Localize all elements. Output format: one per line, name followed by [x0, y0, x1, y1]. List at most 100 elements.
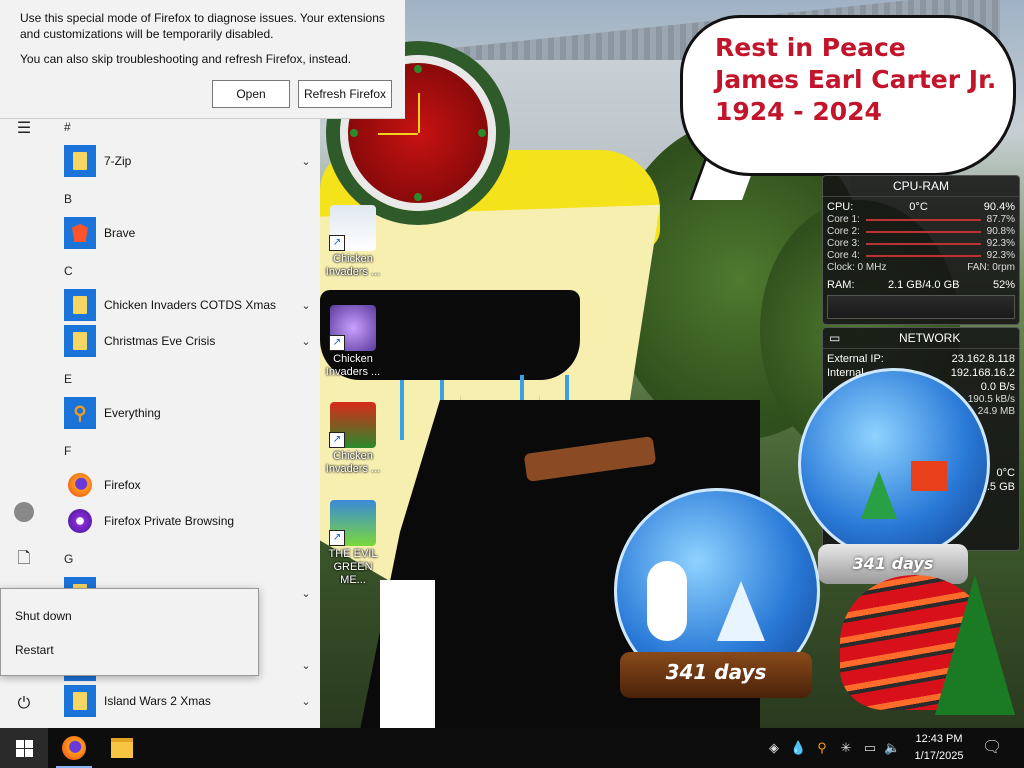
network-icon[interactable]: ▭ — [862, 740, 878, 756]
letter-header[interactable]: E — [64, 372, 72, 386]
core-value: 92.3% — [986, 250, 1015, 261]
desktop-icon-label: Invaders ... — [325, 266, 381, 278]
clock-marker — [414, 65, 422, 73]
chevron-down-icon: ⌄ — [301, 155, 311, 168]
app-label: Chicken Invaders COTDS Xmas — [104, 298, 277, 312]
clock-hand — [378, 133, 418, 135]
app-item-everything[interactable]: ⚲ Everything — [64, 396, 314, 430]
gift-icon — [911, 461, 947, 491]
taskbar-file-explorer[interactable] — [104, 728, 140, 768]
notifications-icon[interactable]: 🗨 — [982, 740, 1002, 756]
shortcut-arrow-icon: ↗ — [329, 432, 345, 448]
snowman-icon — [647, 561, 687, 641]
app-item-chicken-invaders[interactable]: Chicken Invaders COTDS Xmas ⌄ — [64, 288, 314, 322]
power-icon[interactable]: ⏻ — [0, 684, 48, 724]
desktop-icon-label: Chicken — [333, 450, 373, 462]
cartoon-shirt — [380, 580, 435, 730]
firefox-icon — [62, 736, 86, 760]
app-item-7-zip[interactable]: 7-Zip ⌄ — [64, 144, 314, 178]
firefox-troubleshoot-dialog: Use this special mode of Firefox to diag… — [0, 0, 405, 119]
core-row: Core 2: 90.8% — [823, 226, 1019, 238]
brave-icon — [64, 217, 96, 249]
chevron-down-icon: ⌄ — [301, 335, 311, 348]
ram-value: 2.1 GB/4.0 GB — [887, 279, 960, 291]
desktop-icon-chicken-invaders-2[interactable]: ↗ Chicken Invaders ... — [321, 305, 385, 379]
core-row: Core 4: 92.3% — [823, 250, 1019, 262]
taskbar-firefox[interactable] — [56, 728, 92, 768]
app-label: Island Wars 2 Xmas — [104, 694, 211, 708]
core-row: Core 1: 87.7% — [823, 214, 1019, 226]
shortcut-arrow-icon: ↗ — [329, 335, 345, 351]
shortcut-arrow-icon: ↗ — [329, 235, 345, 251]
power-menu: Shut down Restart — [0, 588, 259, 676]
clock-marker — [414, 193, 422, 201]
gadget-title: CPU-RAM — [823, 176, 1019, 197]
folder-icon — [64, 325, 96, 357]
letter-header[interactable]: # — [64, 120, 71, 134]
bubble-line-2: James Earl Carter Jr. — [715, 65, 997, 94]
christmas-tree — [935, 575, 1015, 715]
desktop-icon-label: Invaders ... — [325, 463, 381, 475]
core-value: 92.3% — [986, 238, 1015, 249]
app-item-island-wars-2-xmas[interactable]: Island Wars 2 Xmas ⌄ — [64, 684, 314, 718]
search-icon: ⚲ — [64, 397, 96, 429]
snow-globe-small-base: 341 days — [620, 652, 812, 698]
firefox-icon — [64, 469, 96, 501]
monitor-icon: ▭ — [829, 331, 841, 345]
user-account-icon[interactable] — [0, 492, 48, 532]
ram-label: RAM: — [827, 279, 855, 291]
tray-drop-icon[interactable]: 💧 — [790, 740, 806, 756]
desktop-icon-label: Invaders ... — [325, 366, 381, 378]
app-item-christmas-eve-crisis[interactable]: Christmas Eve Crisis ⌄ — [64, 324, 314, 358]
shortcut-arrow-icon: ↗ — [329, 530, 345, 546]
letter-header[interactable]: C — [64, 264, 73, 278]
open-button[interactable]: Open — [212, 80, 290, 108]
app-item-brave[interactable]: Brave — [64, 216, 314, 250]
desktop-icon-the-evil-green[interactable]: ↗ THE EVIL GREEN ME... — [321, 500, 385, 587]
core-label: Core 1: — [827, 214, 860, 225]
desktop-icon-label: THE EVIL — [328, 548, 378, 560]
desktop-icon-chicken-invaders-1[interactable]: ↗ Chicken Invaders ... — [321, 205, 385, 279]
tray-search-icon[interactable]: ⚲ — [814, 740, 830, 756]
taskbar-clock[interactable]: 12:43 PM 1/17/2025 — [906, 731, 972, 765]
cpu-clock: Clock: 0 MHz — [827, 262, 887, 273]
folder-icon — [64, 145, 96, 177]
external-ip-row: External IP: 23.162.8.118 — [823, 352, 1019, 366]
refresh-firefox-button[interactable]: Refresh Firefox — [298, 80, 392, 108]
clock-hand — [418, 93, 420, 133]
shut-down-button[interactable]: Shut down — [15, 609, 72, 623]
tree-icon — [717, 581, 765, 641]
desktop-icon-chicken-invaders-3[interactable]: ↗ Chicken Invaders ... — [321, 402, 385, 476]
app-item-firefox[interactable]: Firefox — [64, 468, 314, 502]
core-value: 87.7% — [986, 214, 1015, 225]
letter-header[interactable]: B — [64, 192, 72, 206]
tray-app-icon[interactable]: ◈ — [766, 740, 782, 756]
external-ip-value: 23.162.8.118 — [951, 353, 1015, 365]
folder-icon — [64, 685, 96, 717]
cartoon-tear — [400, 380, 404, 440]
windows-logo-icon — [15, 739, 33, 757]
cpu-ram-gadget[interactable]: CPU-RAM CPU: 0°C 90.4% Core 1: 87.7% Core… — [822, 175, 1020, 325]
volume-icon[interactable]: 🔈 — [884, 740, 900, 756]
chevron-down-icon: ⌄ — [301, 659, 311, 672]
tray-snowflake-icon[interactable]: ✳ — [838, 740, 854, 756]
app-label: Christmas Eve Crisis — [104, 334, 216, 348]
documents-icon[interactable]: 🗋 — [0, 540, 48, 580]
cpu-row: CPU: 0°C 90.4% — [823, 200, 1019, 214]
ram-graph — [827, 295, 1015, 319]
desktop-icon-label: Chicken — [333, 253, 373, 265]
clock-fan-row: Clock: 0 MHz FAN: 0rpm — [823, 262, 1019, 274]
restart-button[interactable]: Restart — [15, 643, 54, 657]
letter-header[interactable]: F — [64, 444, 71, 458]
app-item-firefox-private-browsing[interactable]: Firefox Private Browsing — [64, 504, 314, 538]
snow-globe-large[interactable] — [798, 368, 990, 560]
letter-header[interactable]: G — [64, 552, 73, 566]
tree-icon — [861, 471, 897, 519]
ram-row: RAM: 2.1 GB/4.0 GB 52% — [823, 278, 1019, 292]
folder-icon — [111, 738, 133, 758]
internal-ip-value: 192.168.16.2 — [950, 367, 1015, 379]
start-button[interactable] — [0, 728, 48, 768]
chevron-down-icon: ⌄ — [301, 587, 311, 600]
private-browsing-icon — [64, 505, 96, 537]
chevron-down-icon: ⌄ — [301, 299, 311, 312]
